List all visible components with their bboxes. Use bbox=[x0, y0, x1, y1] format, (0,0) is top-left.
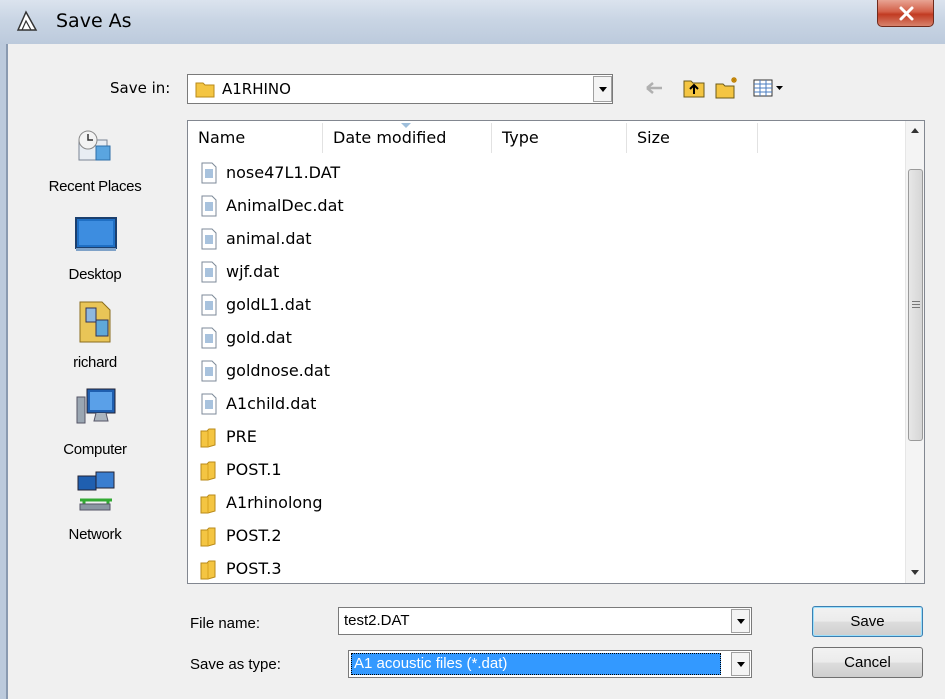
scroll-down-icon[interactable] bbox=[910, 569, 920, 576]
sort-indicator-icon bbox=[401, 123, 411, 128]
file-icon bbox=[201, 162, 217, 184]
desktop-icon bbox=[75, 217, 117, 251]
place-network[interactable]: Network bbox=[10, 470, 180, 550]
file-icon bbox=[201, 360, 217, 382]
list-item-name: wjf.dat bbox=[226, 262, 280, 281]
cancel-button[interactable]: Cancel bbox=[812, 647, 923, 678]
list-item-name: POST.2 bbox=[226, 526, 282, 545]
save-in-value: A1RHINO bbox=[222, 80, 291, 98]
file-icon bbox=[201, 261, 217, 283]
file-icon bbox=[201, 294, 217, 316]
place-label: Network bbox=[68, 526, 122, 543]
file-name-combobox[interactable]: test2.DAT bbox=[338, 607, 752, 635]
place-label: richard bbox=[73, 354, 117, 371]
scroll-thumb[interactable] bbox=[908, 169, 923, 441]
save-as-type-label: Save as type: bbox=[190, 656, 281, 673]
file-name-dropdown-button[interactable] bbox=[731, 609, 750, 633]
save-in-combobox[interactable]: A1RHINO bbox=[187, 74, 613, 104]
save-as-dialog: Save As Save in: A1RHINO Recent Places D… bbox=[0, 0, 945, 699]
place-label: Computer bbox=[63, 441, 127, 458]
file-name-input[interactable]: test2.DAT bbox=[344, 612, 410, 629]
back-arrow-icon[interactable] bbox=[643, 75, 665, 101]
place-richard[interactable]: richard bbox=[10, 298, 180, 378]
list-item-name: gold.dat bbox=[226, 328, 292, 347]
recent-places-icon bbox=[78, 130, 111, 161]
column-header-name[interactable]: Name bbox=[188, 121, 322, 155]
chevron-down-icon bbox=[737, 619, 745, 624]
folder-icon bbox=[200, 494, 216, 514]
place-recent-places[interactable]: Recent Places bbox=[10, 120, 180, 205]
folder-icon bbox=[195, 82, 215, 98]
chevron-down-icon bbox=[599, 87, 607, 92]
folder-icon bbox=[200, 527, 216, 547]
grip-icon bbox=[912, 301, 920, 310]
place-label: Recent Places bbox=[48, 178, 142, 195]
file-name-label: File name: bbox=[190, 615, 261, 632]
list-item-name: goldnose.dat bbox=[226, 361, 330, 380]
list-item-name: POST.1 bbox=[226, 460, 282, 479]
up-folder-icon[interactable] bbox=[682, 75, 706, 101]
save-as-icon bbox=[16, 10, 38, 31]
chevron-down-icon bbox=[737, 662, 745, 667]
close-icon bbox=[899, 6, 914, 21]
file-icon bbox=[201, 195, 217, 217]
place-label: Desktop bbox=[68, 266, 122, 283]
save-as-type-value: A1 acoustic files (*.dat) bbox=[354, 655, 508, 672]
list-item-name: PRE bbox=[226, 427, 257, 446]
column-header-size[interactable]: Size bbox=[627, 121, 757, 155]
close-button[interactable] bbox=[877, 0, 934, 27]
column-header-row: Name Date modified Type Size bbox=[188, 121, 905, 155]
column-divider[interactable] bbox=[757, 123, 758, 153]
save-as-type-select[interactable]: A1 acoustic files (*.dat) bbox=[348, 650, 752, 678]
file-icon bbox=[201, 327, 217, 349]
column-header-type[interactable]: Type bbox=[492, 121, 626, 155]
save-in-label: Save in: bbox=[110, 79, 171, 97]
folder-icon bbox=[200, 461, 216, 481]
new-folder-icon[interactable] bbox=[714, 75, 740, 101]
title-bar[interactable]: Save As bbox=[0, 0, 945, 44]
computer-icon bbox=[76, 388, 116, 424]
place-desktop[interactable]: Desktop bbox=[10, 212, 180, 292]
list-item-name: A1rhinolong bbox=[226, 493, 323, 512]
place-computer[interactable]: Computer bbox=[10, 385, 180, 465]
file-list[interactable]: Name Date modified Type Size nose47L1.DA… bbox=[187, 120, 925, 584]
list-item-name: nose47L1.DAT bbox=[226, 163, 341, 182]
file-icon bbox=[201, 393, 217, 415]
views-menu-icon[interactable] bbox=[752, 75, 786, 101]
folder-icon bbox=[200, 428, 216, 448]
list-item-name: goldL1.dat bbox=[226, 295, 311, 314]
save-as-type-dropdown-button[interactable] bbox=[731, 652, 750, 676]
list-item-name: animal.dat bbox=[226, 229, 312, 248]
window-title: Save As bbox=[56, 10, 132, 32]
network-icon bbox=[77, 471, 115, 511]
window-frame bbox=[0, 44, 8, 699]
save-button[interactable]: Save bbox=[812, 606, 923, 637]
list-item-name: POST.3 bbox=[226, 559, 282, 578]
save-in-dropdown-button[interactable] bbox=[593, 76, 612, 102]
folder-icon bbox=[200, 560, 216, 580]
user-folder-icon bbox=[79, 301, 111, 343]
file-icon bbox=[201, 228, 217, 250]
selected-option: A1 acoustic files (*.dat) bbox=[351, 653, 721, 675]
list-item-name: AnimalDec.dat bbox=[226, 196, 344, 215]
vertical-scrollbar[interactable] bbox=[905, 121, 924, 583]
scroll-up-icon[interactable] bbox=[910, 127, 920, 134]
list-item-name: A1child.dat bbox=[226, 394, 317, 413]
